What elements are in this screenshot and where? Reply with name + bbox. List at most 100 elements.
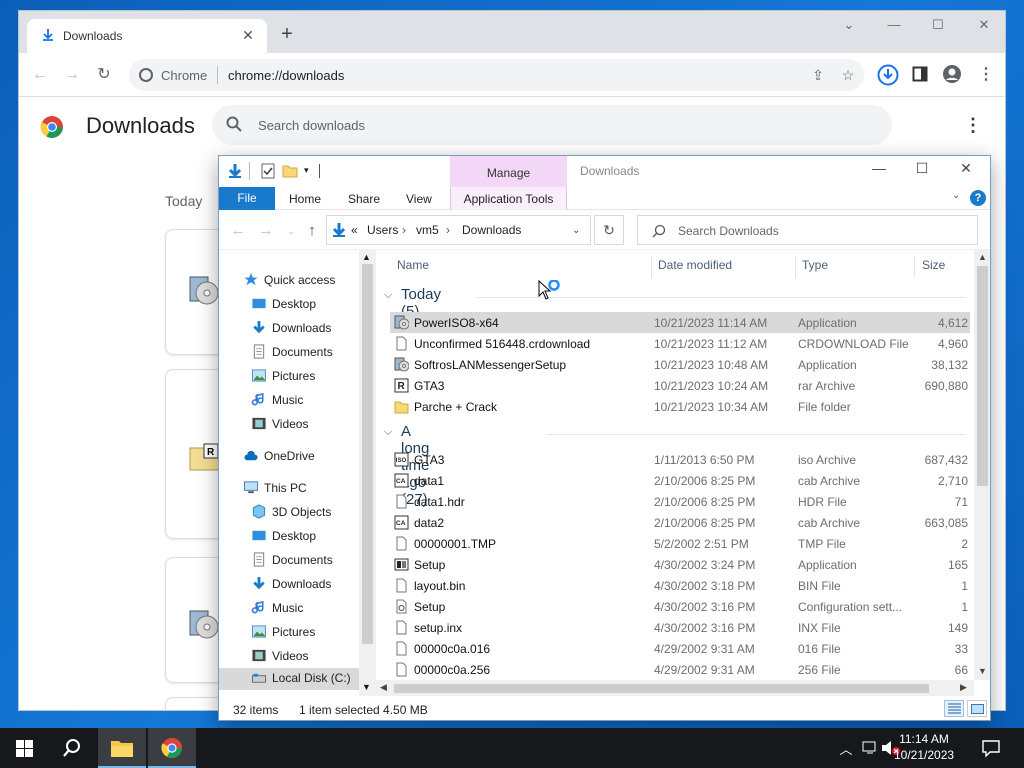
- share-icon[interactable]: ⇪: [809, 67, 827, 85]
- ribbon-tab-file[interactable]: File: [219, 187, 275, 210]
- column-header-type[interactable]: Type: [802, 258, 828, 272]
- scroll-down-icon[interactable]: ▼: [977, 666, 988, 676]
- scroll-up-icon[interactable]: ▲: [362, 252, 371, 262]
- explorer-close-button[interactable]: ✕: [946, 160, 986, 182]
- file-list-horizontal-scrollbar[interactable]: ◀ ▶: [376, 680, 974, 696]
- file-date: 2/10/2006 8:25 PM: [654, 474, 756, 488]
- nav-label: Music: [272, 393, 304, 407]
- file-row[interactable]: 00000001.TMP 5/2/2002 2:51 PM TMP File 2: [390, 533, 970, 554]
- download-folder-icon: [228, 164, 242, 178]
- refresh-button[interactable]: ↻: [594, 215, 624, 245]
- nav-scrollbar[interactable]: ▲ ▼: [359, 250, 376, 696]
- column-divider[interactable]: [651, 256, 652, 278]
- downloads-search-input[interactable]: Search downloads: [212, 105, 892, 145]
- show-hidden-icons[interactable]: ︿: [838, 739, 854, 757]
- side-panel-icon[interactable]: [912, 66, 928, 82]
- column-header-size[interactable]: Size: [922, 258, 945, 272]
- address-bar[interactable]: « Users › vm5 › Downloads ⌄: [326, 215, 591, 245]
- minimize-button[interactable]: —: [879, 17, 909, 37]
- videos-icon: [252, 649, 266, 662]
- file-row[interactable]: ISO GTA3 1/11/2013 6:50 PM iso Archive 687,4…: [390, 449, 970, 470]
- column-header-date[interactable]: Date modified: [658, 258, 732, 272]
- pictures-icon: [251, 625, 267, 638]
- network-icon[interactable]: [862, 740, 880, 756]
- file-row[interactable]: CA data1 2/10/2006 8:25 PM cab Archive 2,710: [390, 470, 970, 491]
- file-row[interactable]: layout.bin 4/30/2002 3:18 PM BIN File 1: [390, 575, 970, 596]
- tab-search-icon[interactable]: ⌄: [834, 17, 864, 37]
- bookmark-star-icon[interactable]: ☆: [839, 67, 857, 85]
- taskbar-clock[interactable]: 11:14 AM 10/21/2023: [894, 731, 954, 763]
- file-row[interactable]: Unconfirmed 516448.crdownload 10/21/2023 …: [390, 333, 970, 354]
- ribbon-tab-share[interactable]: Share: [348, 192, 380, 206]
- column-divider[interactable]: [795, 256, 796, 278]
- file-row[interactable]: R GTA3 10/21/2023 10:24 AM rar Archive 690,8…: [390, 375, 970, 396]
- notification-icon[interactable]: [982, 739, 1000, 757]
- file-row[interactable]: Setup 4/30/2002 3:16 PM Configuration sett…: [390, 596, 970, 617]
- scroll-up-icon[interactable]: ▲: [977, 252, 988, 262]
- start-button[interactable]: [0, 728, 48, 768]
- file-row[interactable]: CA data2 2/10/2006 8:25 PM cab Archive 663,0…: [390, 512, 970, 533]
- scroll-right-icon[interactable]: ▶: [960, 682, 970, 694]
- tab-downloads[interactable]: Downloads ✕: [27, 19, 267, 53]
- address-dropdown-icon[interactable]: ⌄: [572, 225, 584, 237]
- back-button[interactable]: ←: [29, 65, 51, 87]
- vertical-scroll-thumb[interactable]: [977, 266, 988, 486]
- explorer-forward-icon[interactable]: →: [257, 222, 275, 240]
- downloads-menu-icon[interactable]: ⋮: [964, 115, 982, 139]
- horizontal-scroll-thumb[interactable]: [394, 684, 929, 693]
- file-row[interactable]: Setup 4/30/2002 3:24 PM Application 165: [390, 554, 970, 575]
- ribbon-tab-application-tools[interactable]: Application Tools: [450, 187, 567, 210]
- recent-locations-icon[interactable]: ⌄: [282, 222, 300, 240]
- file-row[interactable]: setup.inx 4/30/2002 3:16 PM INX File 149: [390, 617, 970, 638]
- taskbar-search-button[interactable]: [48, 728, 96, 768]
- downloads-indicator-icon[interactable]: [877, 64, 899, 86]
- breadcrumb-downloads[interactable]: Downloads: [462, 223, 521, 237]
- qat-dropdown-icon[interactable]: ▾: [304, 165, 320, 181]
- ribbon-expand-icon[interactable]: ⌄: [952, 190, 960, 201]
- file-row[interactable]: SoftrosLANMessengerSetup 10/21/2023 10:48…: [390, 354, 970, 375]
- taskbar-file-explorer[interactable]: [98, 728, 146, 768]
- close-button[interactable]: ✕: [969, 17, 999, 37]
- column-divider[interactable]: [914, 256, 915, 278]
- nav-label: Downloads: [272, 577, 332, 591]
- file-row[interactable]: 00000c0a.016 4/29/2002 9:31 AM 016 File 33: [390, 638, 970, 659]
- new-tab-button[interactable]: +: [277, 24, 297, 45]
- omnibox-url[interactable]: chrome://downloads: [228, 68, 344, 83]
- new-folder-icon[interactable]: [282, 163, 298, 179]
- column-header-name[interactable]: Name: [397, 258, 429, 272]
- nav-local-disk[interactable]: Local Disk (C:): [219, 668, 359, 690]
- details-view-button[interactable]: [944, 700, 964, 717]
- taskbar-chrome[interactable]: [148, 728, 196, 768]
- explorer-minimize-button[interactable]: —: [859, 160, 899, 182]
- nav-scroll-thumb[interactable]: [362, 264, 373, 644]
- help-icon[interactable]: ?: [970, 190, 986, 206]
- music-icon: [251, 600, 264, 614]
- breadcrumb-overflow[interactable]: «: [351, 223, 358, 237]
- explorer-back-icon[interactable]: ←: [229, 222, 247, 240]
- desktop-icon: [252, 530, 266, 541]
- profile-avatar-icon[interactable]: [942, 64, 962, 84]
- date-group-label: Today: [165, 193, 203, 209]
- forward-button[interactable]: →: [61, 65, 83, 87]
- chrome-menu-icon[interactable]: ⋮: [975, 65, 997, 87]
- explorer-maximize-button[interactable]: ☐: [902, 160, 942, 182]
- breadcrumb-users[interactable]: Users: [367, 223, 398, 237]
- omnibox[interactable]: Chrome chrome://downloads ⇪ ☆: [129, 59, 864, 91]
- ribbon-tab-home[interactable]: Home: [289, 192, 321, 206]
- up-folder-icon[interactable]: ↑: [303, 222, 321, 240]
- file-list-vertical-scrollbar[interactable]: ▲ ▼: [974, 250, 990, 680]
- properties-icon[interactable]: [260, 163, 276, 179]
- reload-button[interactable]: ↻: [93, 65, 115, 87]
- scroll-left-icon[interactable]: ◀: [380, 682, 390, 694]
- breadcrumb-vm5[interactable]: vm5: [416, 223, 439, 237]
- large-icons-view-button[interactable]: [967, 700, 987, 717]
- ribbon-tab-view[interactable]: View: [406, 192, 432, 206]
- explorer-search-input[interactable]: Search Downloads: [637, 215, 978, 245]
- maximize-button[interactable]: ☐: [923, 17, 953, 37]
- tab-close-icon[interactable]: ✕: [239, 26, 257, 44]
- file-row[interactable]: 00000c0a.256 4/29/2002 9:31 AM 256 File 66: [390, 659, 970, 680]
- file-row[interactable]: Parche + Crack 10/21/2023 10:34 AM File fo…: [390, 396, 970, 417]
- file-row[interactable]: PowerISO8-x64 10/21/2023 11:14 AM Applicat…: [390, 312, 970, 333]
- file-row[interactable]: data1.hdr 2/10/2006 8:25 PM HDR File 71: [390, 491, 970, 512]
- scroll-down-icon[interactable]: ▼: [362, 682, 371, 692]
